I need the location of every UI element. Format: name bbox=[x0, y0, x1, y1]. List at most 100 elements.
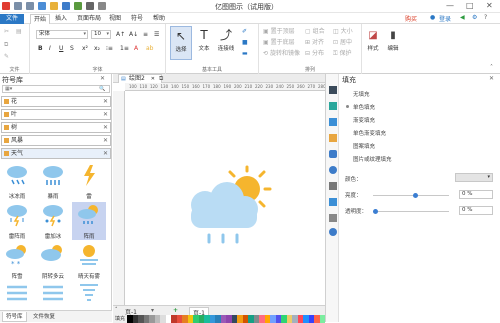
font-color-icon[interactable]: A bbox=[134, 45, 138, 52]
number-list-icon[interactable]: 1≡ bbox=[120, 45, 129, 52]
symbol-overcast-cloudy[interactable]: 阴转多云 bbox=[36, 242, 70, 280]
data-panel-icon[interactable] bbox=[329, 166, 337, 174]
fill-option-none[interactable]: 无填充 bbox=[353, 90, 370, 98]
close-icon[interactable]: ✕ bbox=[100, 75, 105, 82]
close-icon[interactable]: ✕ bbox=[103, 136, 108, 145]
menu-file[interactable]: 文件 bbox=[0, 14, 24, 24]
center-button[interactable]: ⊡ 居中 bbox=[333, 39, 352, 46]
bullet-list-icon[interactable]: ⁝≡ bbox=[106, 45, 113, 52]
transparency-slider[interactable] bbox=[373, 211, 449, 212]
export-icon[interactable] bbox=[74, 2, 82, 10]
menu-view[interactable]: 视图 bbox=[106, 14, 124, 24]
fill-option-solid[interactable]: 单色填充 bbox=[346, 103, 375, 111]
close-icon[interactable]: ✕ bbox=[103, 97, 108, 106]
hyperlink-panel-icon[interactable] bbox=[329, 214, 337, 222]
search-icon[interactable]: 🔍 bbox=[99, 86, 105, 92]
tab-file-recovery[interactable]: 文件恢复 bbox=[30, 312, 58, 322]
bring-to-front-button[interactable]: ▣ 置于顶层 bbox=[263, 28, 295, 35]
line-panel-icon[interactable] bbox=[329, 102, 337, 110]
close-icon[interactable]: ✕ bbox=[151, 76, 155, 82]
fill-option-single-gradient[interactable]: 单色渐变填充 bbox=[353, 129, 386, 137]
edit-button[interactable]: ▮ 编辑 bbox=[384, 28, 402, 60]
brightness-slider-handle[interactable] bbox=[413, 193, 418, 198]
minimize-button[interactable]: — bbox=[446, 1, 454, 10]
symbol-heavy-rain[interactable]: 暴雨 bbox=[36, 162, 70, 200]
buy-link[interactable]: 购买 bbox=[405, 14, 417, 23]
highlight-icon[interactable]: ab bbox=[146, 45, 154, 52]
share-icon[interactable]: ◀ bbox=[460, 14, 465, 21]
align-icon[interactable]: ≡ bbox=[143, 31, 148, 38]
italic-icon[interactable]: I bbox=[49, 45, 51, 52]
fill-panel-icon[interactable] bbox=[329, 86, 337, 94]
settings-icon[interactable]: ⚙ bbox=[472, 14, 477, 21]
transparency-slider-handle[interactable] bbox=[373, 209, 378, 214]
symbol-freezing-rain[interactable]: 冰冻雨 bbox=[0, 162, 34, 200]
subscript-icon[interactable]: x₂ bbox=[94, 45, 100, 52]
comment-panel-icon[interactable] bbox=[329, 198, 337, 206]
layer-panel-icon[interactable] bbox=[329, 182, 337, 190]
help-icon[interactable] bbox=[329, 228, 337, 236]
open-folder-icon[interactable] bbox=[50, 2, 58, 10]
symbol-showers[interactable]: 阵雨 bbox=[72, 202, 106, 240]
fill-option-pattern[interactable]: 图案填充 bbox=[353, 142, 375, 150]
symbol-thunder[interactable]: 雷 bbox=[72, 162, 106, 200]
category-leaf[interactable]: 叶 ✕ bbox=[1, 109, 111, 120]
user-icon[interactable]: ● bbox=[430, 14, 435, 21]
category-storm[interactable]: 风暴 ✕ bbox=[1, 135, 111, 146]
print-icon[interactable] bbox=[86, 2, 94, 10]
connector-tool-button[interactable]: ⤴ 连接线 bbox=[214, 26, 238, 60]
shape-fill-icon[interactable]: ■ bbox=[242, 39, 248, 46]
color-picker[interactable]: ▾ bbox=[455, 173, 493, 182]
text-tool-button[interactable]: T 文本 bbox=[194, 26, 214, 60]
brightness-input[interactable]: 0 % bbox=[459, 190, 493, 199]
superscript-icon[interactable]: x² bbox=[82, 45, 88, 52]
category-weather[interactable]: 天气 ✕ bbox=[1, 148, 111, 159]
size-button[interactable]: ◫ 大小 bbox=[333, 28, 353, 35]
new-tab-icon[interactable]: ⧉ bbox=[159, 75, 163, 83]
category-tree[interactable]: 树 ✕ bbox=[1, 122, 111, 133]
collapse-ribbon-icon[interactable]: ˄ bbox=[490, 64, 493, 71]
protect-button[interactable]: ⚿ 保护 bbox=[333, 50, 352, 57]
weather-showers-shape[interactable] bbox=[125, 91, 325, 305]
brightness-slider[interactable] bbox=[373, 195, 449, 196]
page-nav-dropdown-icon[interactable]: ▾ bbox=[151, 307, 154, 314]
menu-help[interactable]: 帮助 bbox=[150, 14, 168, 24]
menu-home[interactable]: 开始 bbox=[30, 14, 51, 24]
close-icon[interactable]: ✕ bbox=[489, 75, 494, 82]
symbol-sunny-fog[interactable]: 晴天有雾 bbox=[72, 242, 106, 280]
transparency-input[interactable]: 0 % bbox=[459, 206, 493, 215]
page-panel-icon[interactable] bbox=[329, 150, 337, 158]
shadow-panel-icon[interactable] bbox=[329, 118, 337, 126]
undo-icon[interactable] bbox=[14, 2, 22, 10]
format-painter-icon[interactable]: ✎ bbox=[4, 53, 9, 60]
align-button[interactable]: ⊞ 对齐 bbox=[305, 39, 324, 46]
rotate-mirror-button[interactable]: ⟲ 旋转和镜像 bbox=[263, 50, 300, 57]
category-flower[interactable]: 花 ✕ bbox=[1, 96, 111, 107]
page-nav-arrow-icon[interactable]: ˄ bbox=[115, 307, 118, 313]
distribute-button[interactable]: ⊟ 分布 bbox=[305, 50, 324, 57]
symbol-snow-showers[interactable]: * * 阵雪 bbox=[0, 242, 34, 280]
grow-font-icon[interactable]: A↑ bbox=[116, 31, 125, 38]
font-name-select[interactable]: 宋体 ▾ bbox=[36, 30, 88, 39]
close-icon[interactable]: ✕ bbox=[103, 149, 108, 158]
image-panel-icon[interactable] bbox=[329, 134, 337, 142]
menu-symbol[interactable]: 符号 bbox=[128, 14, 146, 24]
strikethrough-icon[interactable]: S bbox=[70, 45, 74, 52]
style-button[interactable]: ◪ 样式 bbox=[364, 28, 382, 60]
symbol-fog[interactable] bbox=[0, 282, 34, 308]
symbol-haze[interactable] bbox=[36, 282, 70, 308]
paste-icon[interactable]: ▤ bbox=[16, 28, 22, 35]
symbol-thunderstorm[interactable]: 雷阵雨 bbox=[0, 202, 34, 240]
close-icon[interactable]: ✕ bbox=[103, 110, 108, 119]
menu-page-layout[interactable]: 页面布局 bbox=[74, 14, 104, 24]
library-search-input[interactable]: ▦▾ 🔍 bbox=[2, 85, 110, 93]
help-icon[interactable]: ? bbox=[484, 14, 487, 21]
copy-icon[interactable]: ⧉ bbox=[4, 41, 8, 48]
line-spacing-icon[interactable]: ☰ bbox=[154, 31, 159, 38]
line-style-icon[interactable]: ▬ bbox=[242, 50, 248, 57]
shrink-font-icon[interactable]: A↓ bbox=[129, 31, 138, 38]
save-icon[interactable] bbox=[62, 2, 70, 10]
menu-insert[interactable]: 插入 bbox=[52, 14, 70, 24]
fill-option-gradient[interactable]: 渐变填充 bbox=[353, 116, 375, 124]
fill-option-picture[interactable]: 图片或纹理填充 bbox=[353, 155, 392, 163]
